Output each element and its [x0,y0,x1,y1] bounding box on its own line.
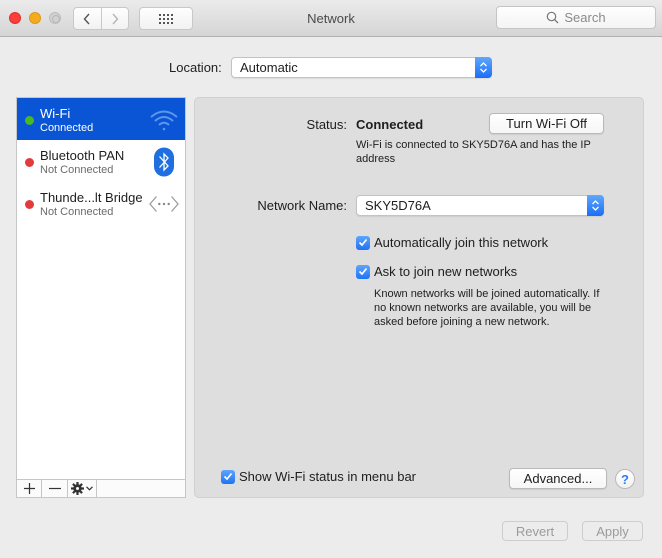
service-status: Not Connected [40,164,114,176]
service-name: Bluetooth PAN [40,148,125,163]
status-label: Status: [306,117,347,132]
show-status-label: Show Wi-Fi status in menu bar [239,469,417,484]
search-icon [547,11,559,24]
bluetooth-icon [149,147,179,177]
search-placeholder: Search [564,10,606,25]
service-status: Not Connected [40,206,114,218]
location-popup[interactable]: Automatic [231,57,492,78]
popup-stepper-icon [475,57,492,78]
checkmark-icon [221,469,235,484]
revert-button[interactable]: Revert [502,521,568,541]
ask-join-checkbox[interactable]: Ask to join new networks [356,264,517,279]
search-field[interactable]: Search [496,6,656,29]
ask-join-description: Known networks will be joined automatica… [374,288,600,328]
service-item-thunderbolt-bridge[interactable]: Thunde...lt Bridge Not Connected [17,182,185,224]
auto-join-checkbox[interactable]: Automatically join this network [356,235,548,250]
status-value: Connected [356,117,424,132]
location-value: Automatic [240,60,298,75]
help-icon: ? [621,471,629,487]
status-dot-disconnected [25,200,34,209]
detail-panel: Status: Connected Turn Wi-Fi Off Wi-Fi i… [194,97,644,498]
wifi-icon [149,105,179,135]
chevron-down-icon [86,486,93,491]
ask-join-label: Ask to join new networks [374,264,518,279]
location-label: Location: [169,60,222,75]
minus-icon [48,487,61,490]
help-button[interactable]: ? [615,469,635,489]
gear-icon [71,482,84,495]
status-description: Wi-Fi is connected to SKY5D76A and has t… [356,139,591,165]
thunderbolt-bridge-icon [149,189,179,219]
status-dot-connected [25,116,34,125]
service-name: Wi-Fi [40,106,71,121]
network-name-label: Network Name: [257,198,347,213]
title-bar: Network Search [0,0,662,37]
checkmark-icon [356,235,370,250]
add-service-button[interactable] [17,480,42,497]
popup-stepper-icon [587,195,604,216]
service-name: Thunde...lt Bridge [40,190,143,205]
network-name-popup[interactable]: SKY5D76A [356,195,604,216]
turn-wifi-off-button[interactable]: Turn Wi-Fi Off [489,113,604,134]
checkmark-icon [356,264,370,279]
service-status: Connected [40,122,94,134]
service-item-wifi[interactable]: Wi-Fi Connected [17,98,185,140]
status-dot-disconnected [25,158,34,167]
network-name-value: SKY5D76A [365,198,431,213]
advanced-button[interactable]: Advanced... [509,468,607,489]
service-list: Wi-Fi Connected Bluetooth PAN Not Connec… [16,97,186,498]
show-status-checkbox[interactable]: Show Wi-Fi status in menu bar [221,469,416,484]
service-item-bluetooth-pan[interactable]: Bluetooth PAN Not Connected [17,140,185,182]
apply-button[interactable]: Apply [582,521,643,541]
service-actions-menu[interactable] [68,480,97,497]
remove-service-button[interactable] [42,480,68,497]
auto-join-label: Automatically join this network [374,235,549,250]
service-list-toolbar [17,479,185,497]
plus-icon [23,483,35,494]
